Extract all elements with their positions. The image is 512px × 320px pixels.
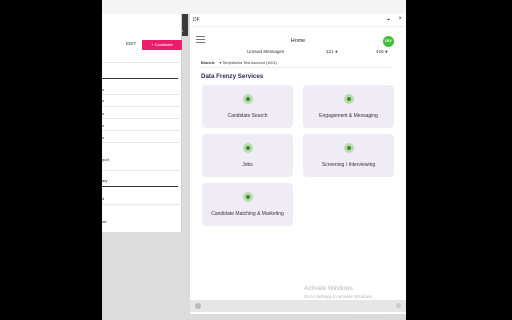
branch-label: Branch: (201, 61, 216, 65)
close-icon[interactable]: × (398, 16, 402, 22)
service-label: Candidate Matching & Marketing (211, 211, 284, 217)
list-item[interactable]: port (102, 157, 109, 162)
person-icon: ● (384, 49, 388, 54)
list-icon (243, 143, 253, 153)
divider (102, 118, 182, 119)
taskbar-tray: ▪ ▪ ▪ ▪ ▪ ▪ (355, 314, 381, 319)
app-window: DF ⌖ × Home Unread Messages 121 ● 426 ● … (190, 14, 406, 314)
divider (102, 106, 182, 107)
branch-selector[interactable]: Branch: ▾ TempWorks Test Account (1001) (201, 60, 277, 65)
window-footer (190, 300, 406, 312)
background-top-strip (102, 0, 406, 14)
footer-settings-icon[interactable] (396, 303, 401, 308)
window-titlebar: DF ⌖ × (190, 14, 406, 27)
pin-icon[interactable]: ⌖ (387, 17, 390, 23)
person-icon: ● (334, 49, 338, 54)
screen: Bookmark EDIT + Candidate o o o o o port… (0, 0, 512, 320)
add-candidate-button[interactable]: + Candidate (142, 40, 182, 50)
service-card-candidate-search[interactable]: Candidate Search (202, 85, 293, 128)
briefcase-icon (344, 143, 354, 153)
list-item[interactable]: o (102, 98, 104, 103)
service-card-screening[interactable]: Screening / Interviewing (303, 134, 394, 177)
service-card-matching[interactable]: Candidate Matching & Marketing (202, 183, 293, 226)
globe-icon (243, 192, 253, 202)
window-title: DF (193, 17, 200, 23)
divider (102, 170, 182, 171)
footer-avatar-icon[interactable] (195, 303, 201, 309)
divider (102, 62, 182, 63)
services-title: Data Frenzy Services (201, 73, 264, 80)
divider (102, 78, 178, 79)
divider (102, 204, 182, 205)
page-title: Home (290, 38, 306, 44)
search-icon (243, 94, 253, 104)
unread-count-value: 121 (326, 49, 334, 54)
avatar[interactable]: DEV (383, 36, 394, 47)
unread-messages-link[interactable]: Unread Messages (247, 49, 284, 54)
service-label: Engagement & Messaging (319, 113, 378, 119)
divider (201, 67, 391, 68)
second-count[interactable]: 426 ● (376, 49, 388, 54)
service-card-jobs[interactable]: Jobs (202, 134, 293, 177)
section-label: ary (102, 178, 108, 183)
activate-windows-title: Activate Windows (304, 285, 353, 292)
list-item[interactable]: d (102, 196, 104, 201)
service-label: Screening / Interviewing (321, 162, 376, 168)
list-item[interactable]: ne (102, 219, 106, 224)
branch-value: TempWorks Test Account (1001) (222, 61, 277, 65)
service-label: Candidate Search (227, 113, 268, 119)
list-item[interactable]: o (102, 135, 104, 140)
background-panel: EDIT + Candidate o o o o o port ary d ne (102, 14, 182, 232)
chat-icon (344, 94, 354, 104)
edit-button[interactable]: EDIT (126, 41, 136, 46)
divider (102, 186, 178, 187)
list-item[interactable]: o (102, 111, 104, 116)
unread-count[interactable]: 121 ● (326, 49, 338, 54)
service-card-engagement[interactable]: Engagement & Messaging (303, 85, 394, 128)
list-item[interactable]: o (102, 87, 104, 92)
list-item[interactable]: o (102, 123, 104, 128)
activate-windows-subtitle: Go to Settings to activate Windows. (304, 294, 374, 299)
service-label: Jobs (242, 162, 253, 168)
second-count-value: 426 (376, 49, 384, 54)
divider (102, 94, 182, 95)
divider (102, 142, 182, 143)
divider (102, 130, 182, 131)
